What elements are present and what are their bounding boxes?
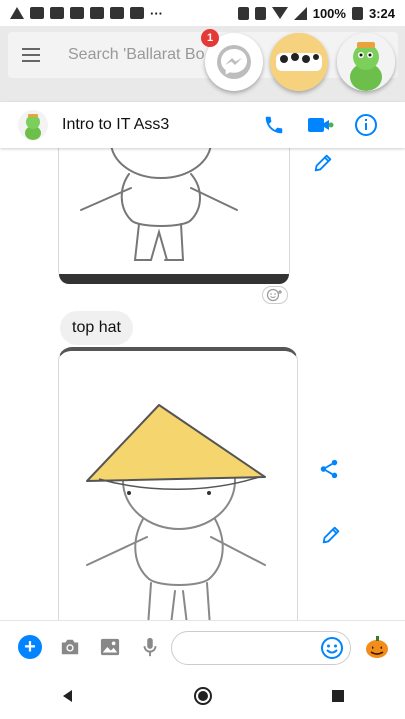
gallery-icon bbox=[100, 638, 120, 655]
pencil-icon bbox=[314, 154, 332, 172]
camera-button[interactable] bbox=[54, 631, 86, 663]
battery-icon bbox=[351, 6, 363, 20]
message-list[interactable]: top hat bbox=[0, 148, 405, 620]
notification-icons: ··· bbox=[10, 6, 163, 21]
warning-icon bbox=[10, 7, 24, 19]
share-button[interactable] bbox=[316, 456, 342, 482]
alarm-icon bbox=[254, 6, 266, 20]
image-message[interactable] bbox=[58, 148, 290, 284]
group-photo-icon bbox=[270, 33, 328, 91]
microphone-icon bbox=[143, 637, 157, 656]
gallery-button[interactable] bbox=[94, 631, 126, 663]
wifi-icon bbox=[271, 7, 288, 19]
video-call-icon bbox=[308, 118, 334, 132]
battery-level: 100% bbox=[312, 5, 346, 21]
info-button[interactable] bbox=[351, 110, 381, 140]
status-bar: ··· 100% 3:24 bbox=[0, 0, 405, 26]
pumpkin-icon bbox=[366, 636, 388, 658]
edit-image-button[interactable] bbox=[310, 150, 336, 176]
more-notifications: ··· bbox=[150, 5, 163, 21]
quick-reaction-button[interactable] bbox=[363, 633, 391, 661]
smiley-add-icon bbox=[266, 288, 282, 302]
gmail-icon bbox=[30, 7, 44, 19]
system-nav-bar bbox=[0, 672, 405, 719]
back-button[interactable] bbox=[48, 676, 88, 716]
background-search-placeholder: Search 'Ballarat Bo bbox=[68, 46, 205, 63]
chat-head-profile[interactable] bbox=[337, 33, 395, 91]
vibrate-icon bbox=[237, 6, 249, 20]
profile-photo-icon bbox=[337, 33, 395, 91]
signal-icon bbox=[293, 6, 307, 20]
camera-icon bbox=[61, 639, 79, 654]
home-button[interactable] bbox=[183, 676, 223, 716]
text-message[interactable]: top hat bbox=[60, 311, 133, 345]
chat-title[interactable]: Intro to IT Ass3 bbox=[62, 116, 169, 134]
unread-badge: 1 bbox=[201, 29, 219, 47]
clock: 3:24 bbox=[368, 5, 395, 21]
phone-call-button[interactable] bbox=[259, 110, 289, 140]
info-icon bbox=[355, 114, 377, 136]
recents-icon bbox=[331, 689, 344, 702]
drawing-image bbox=[59, 351, 297, 620]
recents-button[interactable] bbox=[318, 676, 358, 716]
chat-avatar[interactable] bbox=[18, 110, 48, 140]
image-message[interactable] bbox=[58, 347, 298, 620]
gmail-icon bbox=[50, 7, 64, 19]
image-bottom-bar bbox=[59, 274, 289, 284]
emoji-icon bbox=[321, 637, 343, 659]
add-reaction-button[interactable] bbox=[262, 286, 288, 304]
gmail-icon bbox=[70, 7, 84, 19]
messenger-logo-icon bbox=[217, 45, 251, 79]
drawing-image bbox=[59, 148, 289, 283]
chat-icon bbox=[130, 7, 144, 19]
app-icon bbox=[90, 7, 104, 19]
home-icon bbox=[193, 686, 212, 705]
share-icon bbox=[320, 459, 338, 479]
app-icon bbox=[110, 7, 124, 19]
video-call-button[interactable] bbox=[305, 110, 335, 140]
pencil-icon bbox=[322, 526, 340, 544]
voice-button[interactable] bbox=[134, 631, 166, 663]
edit-image-button[interactable] bbox=[318, 522, 344, 548]
chat-head-group[interactable] bbox=[270, 33, 328, 91]
chat-header: Intro to IT Ass3 bbox=[0, 102, 405, 148]
phone-icon bbox=[265, 116, 283, 134]
add-icon: + bbox=[18, 634, 42, 659]
back-icon bbox=[62, 689, 72, 702]
group-avatar-icon bbox=[18, 110, 48, 140]
more-actions-button[interactable]: + bbox=[14, 631, 46, 663]
emoji-button[interactable] bbox=[319, 635, 345, 661]
composer-bar: + bbox=[0, 620, 405, 672]
menu-icon[interactable] bbox=[22, 48, 40, 62]
